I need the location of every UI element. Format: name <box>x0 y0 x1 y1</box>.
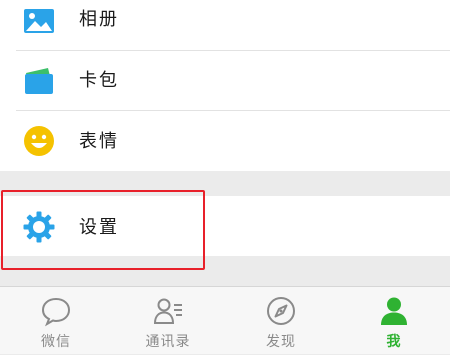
me-screen: 相册 卡包 表情 设置 微信 通讯录 发现 我 <box>0 0 450 354</box>
tab-label: 我 <box>386 334 402 350</box>
person-icon <box>378 295 410 327</box>
menu-group-1: 相册 卡包 表情 <box>0 0 450 171</box>
menu-item-album[interactable]: 相册 <box>0 0 450 50</box>
menu-item-label: 表情 <box>79 131 119 152</box>
tab-chats[interactable]: 微信 <box>0 287 112 355</box>
photo-album-icon <box>22 4 56 38</box>
smiley-face-icon <box>22 124 56 158</box>
highlight-box <box>1 190 205 270</box>
card-wallet-icon <box>22 64 56 98</box>
compass-icon <box>265 295 297 327</box>
menu-item-label: 相册 <box>79 9 119 30</box>
tab-label: 通讯录 <box>145 334 191 350</box>
menu-item-label: 卡包 <box>79 70 119 91</box>
menu-item-card-wallet[interactable]: 卡包 <box>0 51 450 111</box>
chat-bubble-icon <box>40 295 72 327</box>
tab-discover[interactable]: 发现 <box>225 287 337 355</box>
tab-label: 发现 <box>266 334 296 350</box>
tab-label: 微信 <box>41 334 71 350</box>
menu-item-stickers[interactable]: 表情 <box>0 111 450 171</box>
tab-me[interactable]: 我 <box>338 287 450 355</box>
bottom-tab-bar: 微信 通讯录 发现 我 <box>0 286 450 354</box>
contacts-icon <box>152 295 184 327</box>
tab-contacts[interactable]: 通讯录 <box>112 287 224 355</box>
